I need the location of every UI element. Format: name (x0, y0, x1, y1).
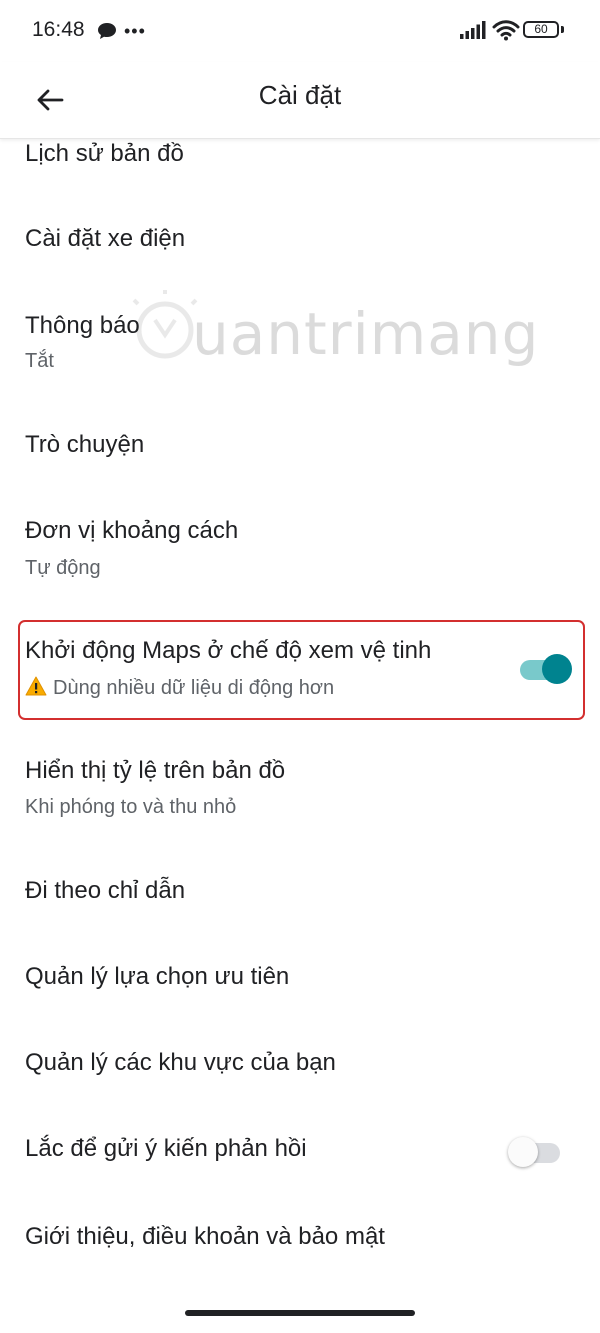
satellite-view-toggle[interactable] (516, 649, 572, 689)
home-indicator (185, 1310, 415, 1316)
setting-about-terms-privacy[interactable]: Giới thiệu, điều khoản và bảo mật (0, 1200, 600, 1280)
battery-tip (561, 26, 564, 33)
setting-title: Quản lý các khu vực của bạn (25, 1049, 336, 1076)
setting-title: Thông báo (25, 312, 140, 339)
more-notifications-icon: ••• (124, 21, 146, 41)
setting-title: Giới thiệu, điều khoản và bảo mật (25, 1223, 385, 1250)
setting-title: Lắc để gửi ý kiến phản hồi (25, 1135, 307, 1162)
setting-title: Trò chuyện (25, 431, 145, 458)
status-bar: 16:48 ••• 60 (0, 0, 600, 62)
app-bar: Cài đặt (0, 62, 600, 139)
status-time: 16:48 (32, 18, 85, 41)
warning-icon (25, 676, 47, 696)
setting-subtitle: Khi phóng to và thu nhỏ (25, 796, 237, 818)
setting-title: Đơn vị khoảng cách (25, 517, 239, 544)
setting-follow-directions[interactable]: Đi theo chỉ dẫn (0, 850, 600, 935)
setting-satellite-view[interactable]: Khởi động Maps ở chế độ xem vệ tinh Dùng… (0, 622, 600, 718)
setting-title: Hiển thị tỷ lệ trên bản đồ (25, 757, 286, 784)
toggle-thumb (542, 654, 572, 684)
setting-map-scale[interactable]: Hiển thị tỷ lệ trên bản đồ Khi phóng to … (0, 730, 600, 840)
setting-distance-units[interactable]: Đơn vị khoảng cách Tự động (0, 490, 600, 600)
setting-title: Khởi động Maps ở chế độ xem vệ tinh (25, 637, 432, 664)
shake-feedback-toggle[interactable] (508, 1132, 564, 1172)
toggle-thumb (508, 1137, 538, 1167)
chat-bubble-icon (98, 23, 116, 39)
setting-title: Cài đặt xe điện (25, 225, 186, 252)
page-title: Cài đặt (258, 80, 342, 110)
setting-shake-feedback[interactable]: Lắc để gửi ý kiến phản hồi (0, 1110, 600, 1195)
setting-subtitle: Tắt (25, 350, 54, 372)
setting-map-history[interactable]: Lịch sử bản đồ (0, 138, 600, 194)
setting-chat[interactable]: Trò chuyện (0, 400, 600, 485)
wifi-icon (492, 20, 520, 41)
setting-notifications[interactable]: Thông báo Tắt (0, 290, 600, 390)
setting-ev-settings[interactable]: Cài đặt xe điện (0, 200, 600, 280)
setting-subtitle-text: Dùng nhiều dữ liệu di động hơn (53, 677, 335, 699)
battery-icon: 60 (523, 21, 559, 38)
setting-manage-preferences[interactable]: Quản lý lựa chọn ưu tiên (0, 940, 600, 1020)
setting-subtitle: Dùng nhiều dữ liệu di động hơn (25, 676, 334, 700)
setting-title: Lịch sử bản đồ (25, 140, 184, 167)
setting-subtitle: Tự động (25, 557, 101, 579)
setting-manage-areas[interactable]: Quản lý các khu vực của bạn (0, 1025, 600, 1105)
signal-icon (460, 21, 486, 39)
setting-title: Quản lý lựa chọn ưu tiên (25, 963, 290, 990)
setting-title: Đi theo chỉ dẫn (25, 877, 186, 904)
